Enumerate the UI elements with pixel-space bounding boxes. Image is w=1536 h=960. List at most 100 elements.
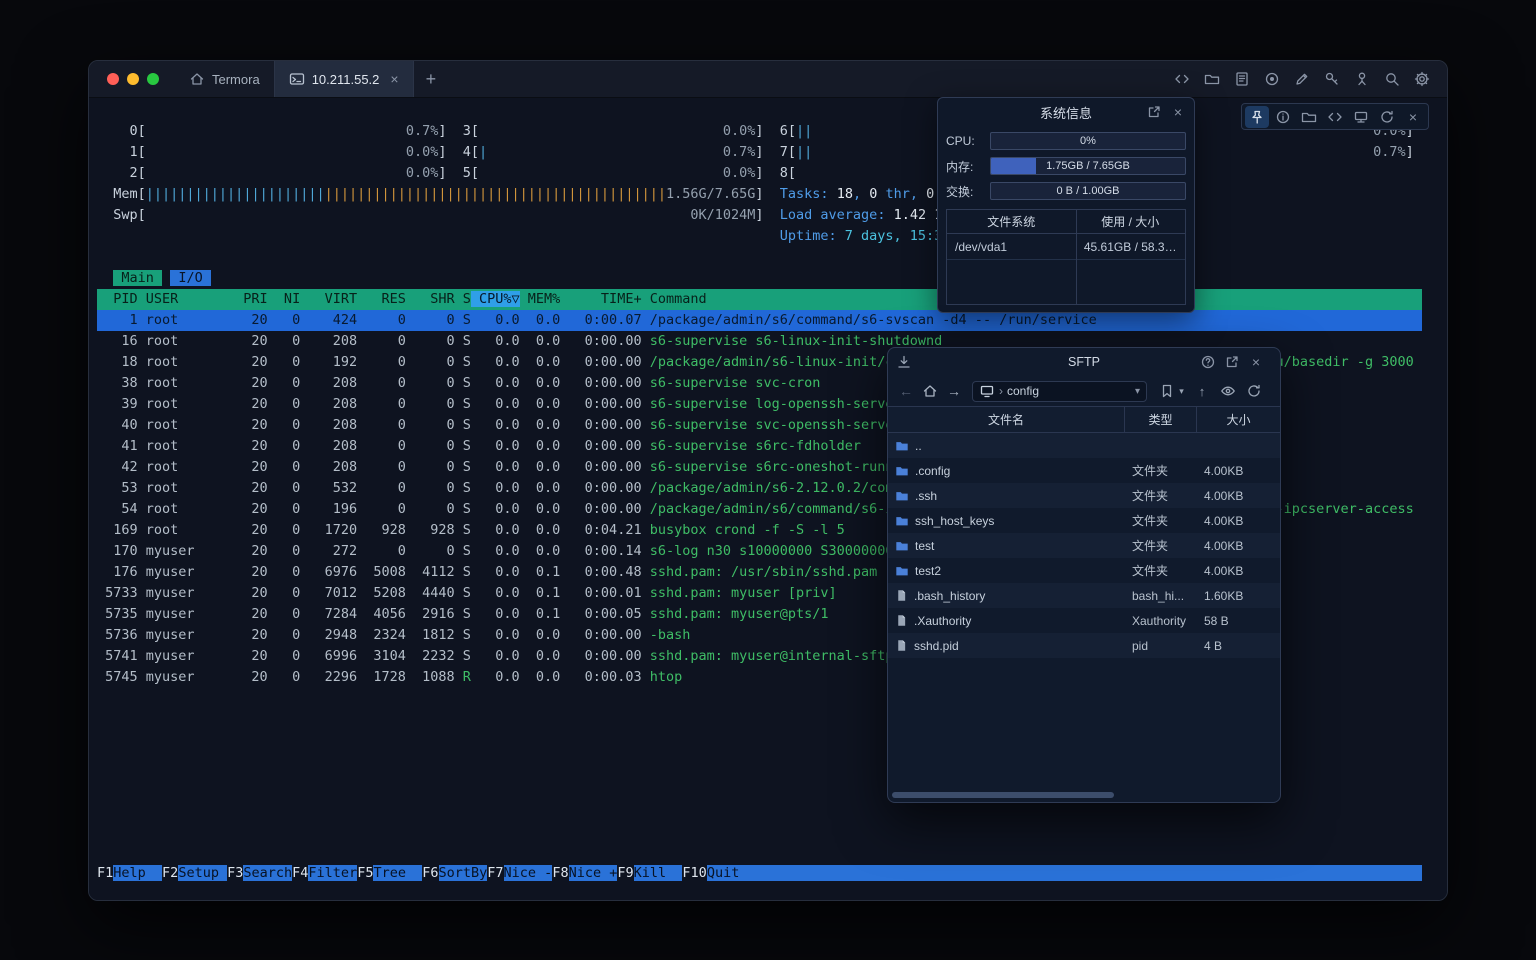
server-icon[interactable]	[1349, 106, 1373, 128]
close-icon[interactable]: ×	[1401, 106, 1425, 128]
sync-icon[interactable]	[1375, 106, 1399, 128]
fkey-f8[interactable]: F8	[552, 865, 568, 881]
file-row[interactable]: .config文件夹4.00KB	[888, 458, 1280, 483]
bookmark-icon[interactable]	[1157, 381, 1177, 401]
code-icon[interactable]	[1323, 106, 1347, 128]
file-table-header: 文件名类型大小	[888, 406, 1280, 433]
back-icon[interactable]: ←	[896, 381, 916, 401]
close-window-button[interactable]	[107, 73, 119, 85]
folder-icon	[895, 539, 909, 553]
fkey-label[interactable]: SortBy	[439, 865, 488, 881]
file-name: .config	[888, 458, 1125, 483]
key-icon[interactable]	[1323, 70, 1341, 88]
record-icon[interactable]	[1263, 70, 1281, 88]
fkey-f4[interactable]: F4	[292, 865, 308, 881]
tab-ssh-session[interactable]: 10.211.55.2 ×	[274, 61, 414, 97]
filesystem-name: /dev/vda1	[947, 234, 1076, 259]
open-in-new-icon[interactable]	[1146, 104, 1162, 120]
up-icon[interactable]: ↑	[1192, 381, 1212, 401]
log-icon[interactable]	[1233, 70, 1251, 88]
folder-icon	[895, 514, 909, 528]
fkey-label[interactable]: Setup	[178, 865, 227, 881]
folder-icon	[895, 564, 909, 578]
metric-value: 0%	[991, 133, 1185, 149]
fkey-f9[interactable]: F9	[617, 865, 633, 881]
file-icon	[895, 639, 908, 652]
refresh-icon[interactable]	[1244, 381, 1264, 401]
file-row[interactable]: .ssh文件夹4.00KB	[888, 483, 1280, 508]
disk-column-header: 文件系统	[947, 210, 1076, 233]
file-row[interactable]: .bash_historybash_hi...1.60KB	[888, 583, 1280, 608]
app-window: Termora 10.211.55.2 × + 0[ 0.7%] 3[ 0.0%…	[88, 60, 1448, 901]
fkey-label[interactable]: Tree	[373, 865, 422, 881]
process-row[interactable]: 1 root 20 0 424 0 0 S 0.0 0.0 0:00.07 /p…	[97, 310, 1422, 331]
htop-tab-main[interactable]: Main	[113, 270, 162, 286]
new-tab-button[interactable]: +	[414, 61, 449, 97]
edit-icon[interactable]	[1293, 70, 1311, 88]
fkey-label[interactable]: Kill	[634, 865, 683, 881]
fkey-label[interactable]: Help	[113, 865, 162, 881]
file-size: 4.00KB	[1197, 533, 1280, 558]
zoom-window-button[interactable]	[147, 73, 159, 85]
minimize-window-button[interactable]	[127, 73, 139, 85]
metric-row: CPU:0%	[946, 131, 1186, 151]
info-icon[interactable]	[1271, 106, 1295, 128]
file-row[interactable]: ssh_host_keys文件夹4.00KB	[888, 508, 1280, 533]
fkey-f3[interactable]: F3	[227, 865, 243, 881]
code-icon[interactable]	[1173, 70, 1191, 88]
filesystem-usage: 45.61GB / 58.3…	[1076, 234, 1185, 259]
htop-view-tabs: Main I/O	[97, 268, 1422, 289]
folder-icon	[895, 489, 909, 503]
file-row[interactable]: ..	[888, 433, 1280, 458]
system-info-titlebar: 系统信息 ×	[938, 98, 1194, 126]
open-in-new-icon[interactable]	[1224, 354, 1240, 370]
search-icon[interactable]	[1383, 70, 1401, 88]
htop-header-row[interactable]: PID USER PRI NI VIRT RES SHR S CPU%▽ MEM…	[97, 289, 1422, 310]
file-name: ..	[888, 433, 1125, 458]
close-icon[interactable]: ×	[1170, 104, 1186, 120]
forward-icon[interactable]: →	[944, 381, 964, 401]
folder-icon[interactable]	[1297, 106, 1321, 128]
file-row[interactable]: test文件夹4.00KB	[888, 533, 1280, 558]
scrollbar-thumb[interactable]	[892, 792, 1114, 798]
file-size: 4.00KB	[1197, 483, 1280, 508]
fkey-f2[interactable]: F2	[162, 865, 178, 881]
file-row[interactable]: sshd.pidpid4 B	[888, 633, 1280, 658]
tab-termora[interactable]: Termora	[175, 61, 274, 97]
path-breadcrumb[interactable]: › config ▾	[972, 381, 1147, 402]
fkey-f5[interactable]: F5	[357, 865, 373, 881]
file-name: .ssh	[888, 483, 1125, 508]
tab-close-icon[interactable]: ×	[390, 72, 398, 86]
fkey-label[interactable]: Search	[243, 865, 292, 881]
file-column-header[interactable]: 类型	[1125, 407, 1197, 432]
folder-icon[interactable]	[1203, 70, 1221, 88]
file-size: 1.60KB	[1197, 583, 1280, 608]
file-type: 文件夹	[1125, 483, 1197, 508]
file-row[interactable]: .XauthorityXauthority58 B	[888, 608, 1280, 633]
horizontal-scrollbar[interactable]	[890, 791, 1278, 799]
file-column-header[interactable]: 文件名	[888, 407, 1125, 432]
file-type: bash_hi...	[1125, 583, 1197, 608]
file-row[interactable]: test2文件夹4.00KB	[888, 558, 1280, 583]
fkey-label[interactable]: Nice +	[569, 865, 618, 881]
htop-tab-i/o[interactable]: I/O	[170, 270, 211, 286]
chevron-down-icon[interactable]: ▾	[1135, 386, 1140, 397]
metric-label: CPU:	[946, 134, 990, 148]
close-icon[interactable]: ×	[1248, 354, 1264, 370]
breadcrumb-separator: ›	[999, 384, 1003, 398]
fkey-f7[interactable]: F7	[487, 865, 503, 881]
fkey-f6[interactable]: F6	[422, 865, 438, 881]
fkey-label[interactable]: Filter	[308, 865, 357, 881]
settings-icon[interactable]	[1413, 70, 1431, 88]
eye-icon[interactable]	[1218, 381, 1238, 401]
pin-icon[interactable]	[1245, 106, 1269, 128]
help-icon[interactable]	[1200, 354, 1216, 370]
home-icon[interactable]	[920, 381, 940, 401]
keychain-icon[interactable]	[1353, 70, 1371, 88]
chevron-down-icon[interactable]: ▾	[1177, 381, 1186, 401]
fkey-f10[interactable]: F10	[682, 865, 706, 881]
file-column-header[interactable]: 大小	[1197, 407, 1280, 432]
fkey-label[interactable]: Quit	[707, 865, 756, 881]
fkey-f1[interactable]: F1	[97, 865, 113, 881]
fkey-label[interactable]: Nice -	[504, 865, 553, 881]
